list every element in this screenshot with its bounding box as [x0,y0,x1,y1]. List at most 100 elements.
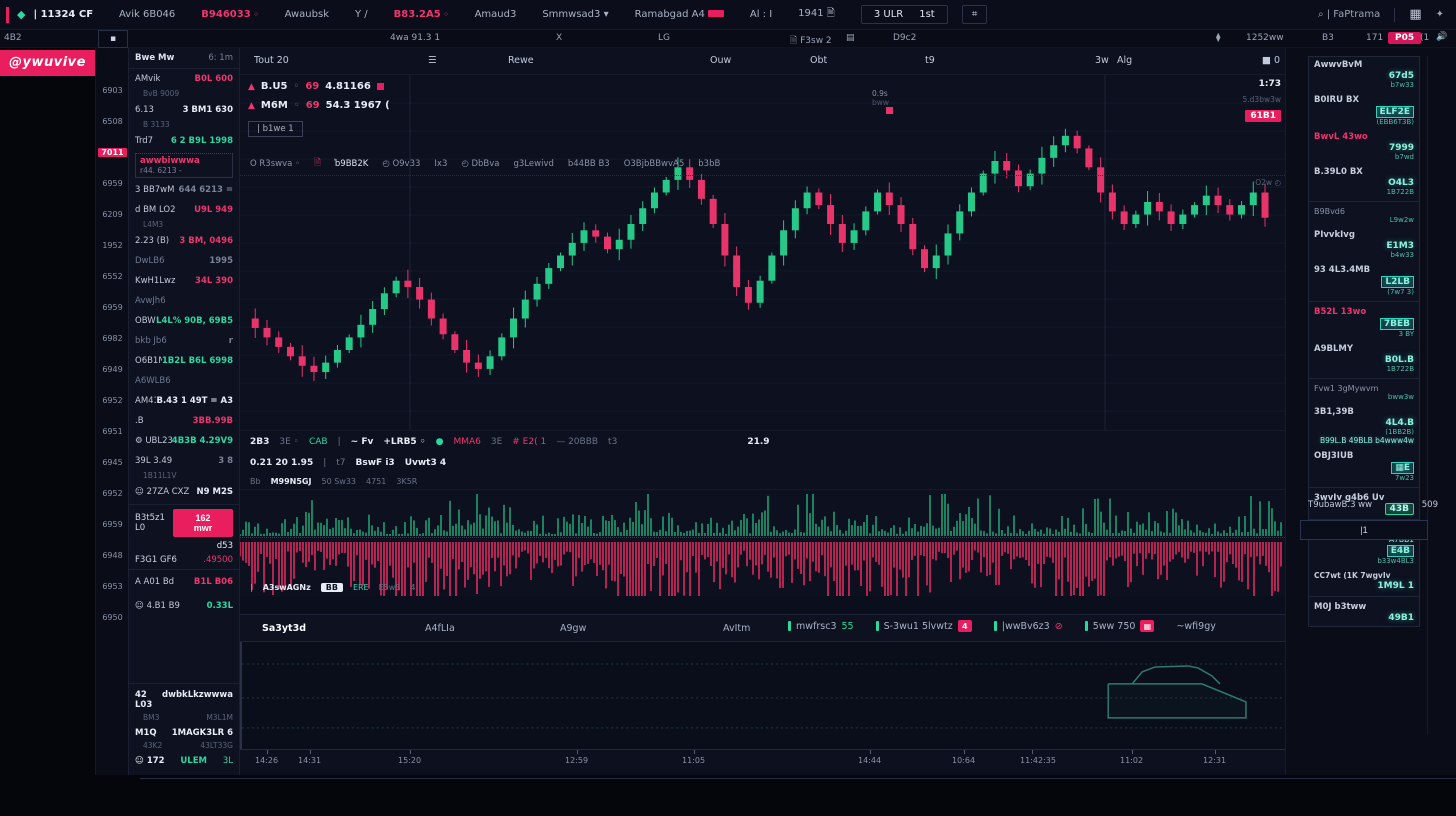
layout-toggle-button[interactable]: ▪ [98,30,128,48]
tab-1[interactable]: A4fLIa [425,623,455,634]
detail-row-3[interactable]: B.39L0 BXO4L31B722B [1309,164,1419,199]
menu-item-6[interactable]: Smmwsad3 ▾ [542,9,608,20]
menu-item-2[interactable]: Awaubsk [285,9,329,20]
indicator-item-7[interactable]: b44BB B3 [568,159,610,169]
watchlist-row[interactable]: 2.23 (B)3 BM, 0496 [129,231,239,251]
chart-header-item-5[interactable]: t9 [925,55,935,66]
detail-row-8[interactable]: A9BLMYB0L.B1B722B [1309,341,1419,376]
range-selector[interactable]: 3 ULR 1st [861,5,948,24]
tab-2[interactable]: A9gw [560,623,586,634]
search-box[interactable]: ⌕ | FaPtrama [1318,9,1380,20]
legend-tab[interactable]: | b1we 1 [248,121,303,137]
toolbar2-item-7[interactable]: 1252ww [1246,33,1284,43]
cluster-tab-1[interactable]: S-3wu1 5lvwtz4 [876,620,972,632]
indicator-item-5[interactable]: ◴ DbBva [461,159,499,169]
menu-item-8[interactable]: Al : I [750,9,772,20]
watchlist-row[interactable]: A6WLB6 [129,371,239,391]
sell-button[interactable]: 162 mwr [173,509,233,537]
watchlist-row[interactable]: OBWML4L% 90B, 69B5 [129,311,239,331]
detail-row-4[interactable]: B9Bvd6L9w2w [1309,204,1419,227]
watchlist-row[interactable]: 3 BB7wM644 6213 = [129,180,239,200]
indicator-item-3[interactable]: ◴ O9v33 [382,159,420,169]
menu-item-3[interactable]: Y / [355,9,368,20]
watchlist-row[interactable]: O6B1N9M1B2L B6L 6998 [129,351,239,371]
indicator-item-8[interactable]: O3BjbBBwvA5 [624,159,685,169]
watchlist-row[interactable]: 6.133 BM1 630 [129,100,239,120]
menu-item-4[interactable]: B83.2A5 ◦ [394,9,449,20]
watchlist-row[interactable]: .B3BB.99B [129,411,239,431]
chart-header-item-7[interactable]: Alg [1117,55,1132,66]
chart-header-item-0[interactable]: Tout 20 [254,55,289,66]
indicator-item-6[interactable]: g3Lewivd [514,159,554,169]
detail-row-1[interactable]: B0IRU BXELF2E(EBB6T3B) [1309,92,1419,129]
menu-item-1[interactable]: B946033 ◦ [201,9,258,20]
detail-row-7[interactable]: B52L 13wo7BEB3 BY [1309,304,1419,341]
chart-header-item-4[interactable]: Obt [810,55,827,66]
toolbar2-item-5[interactable]: D9c2 [893,33,916,43]
toolbar2-item-0[interactable]: 4wa 91.3 1 [390,33,440,43]
watchlist-row[interactable]: AMvikB0L 600 [129,69,239,89]
pro-button[interactable]: P05 [1388,32,1421,44]
detail-row-2[interactable]: BwvL 43wo7999b7wd [1309,129,1419,164]
range-right[interactable]: 1st [919,9,935,20]
grid-apps-icon[interactable]: ▦ [1409,7,1421,22]
watchlist-row[interactable]: d BM LO2U9L 949 [129,200,239,220]
speaker-icon[interactable]: 🔊 [1436,32,1447,42]
tab-3[interactable]: AvItm [723,623,750,634]
watchlist-row[interactable]: Trd76 2 B9L 1998 [129,131,239,151]
watchlist-row[interactable]: ☺ 27ZA CXZN9 M2S [129,482,239,502]
toolbar2-item-6[interactable]: ⧫ [1216,33,1220,43]
target-tool-button[interactable]: ⌗ [962,5,988,24]
detail-row-5[interactable]: PIvvkIvgE1M3b4w33 [1309,227,1419,262]
watchlist-row[interactable]: A A01 BdB1L B06 [129,570,239,594]
watchlist-row[interactable]: KwH1Lwz34L 390 [129,271,239,291]
toolbar2-item-1[interactable]: X [556,33,562,43]
watchlist-timeframe[interactable]: 6: 1m [208,53,233,63]
toolbar2-item-2[interactable]: LG [658,33,670,43]
detail-row-6[interactable]: 93 4L3.4MBL2LB(7w7 3) [1309,262,1419,299]
watchlist-row[interactable]: ☺ 4.B1 B90.33L [129,594,239,618]
indicator-item-9[interactable]: b3bB [698,159,720,169]
chart-area[interactable]: ▲ B.U5 ◦ 69 4.81166 ▲ M6M ◦ 69 54.3 1967… [240,75,1285,430]
menu-item-0[interactable]: Avik 6B046 [119,9,175,20]
cluster-tab-3[interactable]: 5ww 750▦ [1085,620,1155,632]
watchlist-row[interactable]: DwLB61995 [129,251,239,271]
watchlist-row[interactable]: AvwJh6 [129,291,239,311]
vol-box[interactable]: BB [321,583,343,592]
indicator-item-2[interactable]: ⷫb9BB2K [335,158,368,169]
cluster-tab-2[interactable]: |wwBv6z3⊘ [994,621,1063,632]
toolbar2-item-4[interactable]: ▤ [846,33,855,43]
brand-logo[interactable]: @ywuvive [0,50,95,76]
watchlist-row[interactable]: 39L 3.493 8 [129,451,239,471]
detail-row-11[interactable]: OBJ3IUB▦E7w23 [1309,448,1419,485]
menu-item-9[interactable]: 1941 🗎 [798,6,835,23]
time-axis[interactable]: 14:2614:3115:2012:5911:0514:4410:6411:42… [240,749,1285,769]
menu-item-7[interactable]: Ramabgad A4 [635,9,724,20]
chart-header-item-8[interactable]: ■ 0 [1262,55,1280,66]
detail-row-10[interactable]: 3B1,39B4L4.B(1BB2B)B99L.B 49BLB b4www4w [1309,404,1419,448]
indicator-item-4[interactable]: Ix3 [434,159,447,169]
indicator-item-1[interactable]: 🗎 [314,157,321,171]
range-left[interactable]: 3 ULR [874,9,903,20]
chart-header-item-2[interactable]: Rewe [508,55,534,66]
cluster-tab-4[interactable]: ~wfi9gy [1176,621,1215,632]
chart-header-item-3[interactable]: Ouw [710,55,731,66]
chart-header-item-6[interactable]: 3w [1095,55,1109,66]
detail-row-9[interactable]: Fvw1 3gMywvmbww3w [1309,381,1419,404]
detail-row-14[interactable]: CC7wt (1K 7wgvIv1M9L 1 [1309,568,1419,594]
panel-input[interactable] [1300,520,1428,540]
detail-row-0[interactable]: AwwvBvM67d5b7w33 [1309,57,1419,92]
watchlist-row[interactable]: bkb Jb6r [129,331,239,351]
watchlist-row[interactable]: AM41 BB.43 1 49T = A3 [129,391,239,411]
detail-row-15[interactable]: M0J b3tww49B1 [1309,599,1419,626]
sparkle-icon[interactable]: ✦ [1436,9,1444,20]
menu-item-5[interactable]: Amaud3 [475,9,517,20]
cluster-tab-0[interactable]: mwfrsc355 [788,621,854,632]
callout-value: awwbiwwwa [140,156,228,166]
indicator-item-0[interactable]: O R3swva ◦ [250,159,300,169]
chart-header-item-1[interactable]: ☰ [428,55,437,66]
detail-value: E4B [1314,545,1414,557]
tab-0[interactable]: Sa3yt3d [262,623,306,634]
toolbar2-item-3[interactable]: 🗎 F3sw 2 [790,33,832,49]
watchlist-row[interactable]: ⚙ UBL234B3B 4.29V9 [129,431,239,451]
